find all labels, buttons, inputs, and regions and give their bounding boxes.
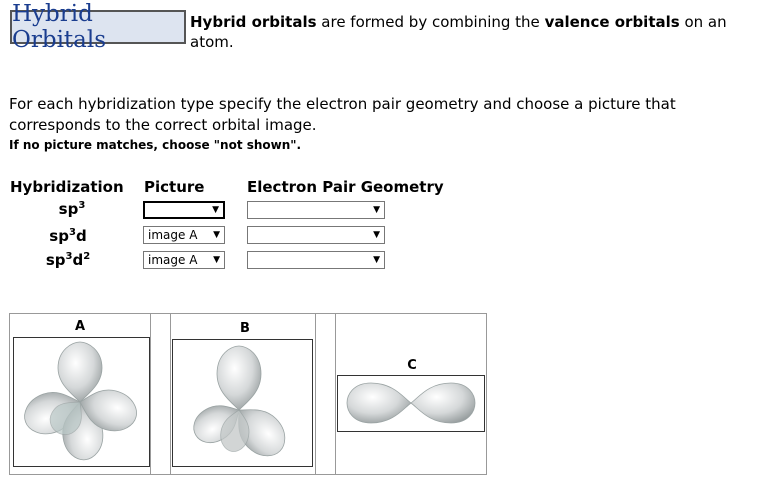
intro-term-valence: valence orbitals (544, 13, 680, 31)
chevron-down-icon: ▼ (373, 230, 380, 240)
picture-select-value: image A (148, 228, 198, 242)
row-label-tail: d (72, 251, 84, 269)
geometry-select-sp3d2[interactable]: ▼ (247, 251, 385, 269)
header-hybridization: Hybridization (10, 178, 124, 196)
chevron-down-icon: ▼ (213, 255, 220, 265)
geometry-select-sp3[interactable]: ▼ (247, 201, 385, 219)
picture-select-sp3[interactable]: ▼ (143, 201, 225, 219)
image-c-label: C (407, 358, 417, 373)
image-b (172, 339, 313, 467)
row-label-sp3d2: sp3d2 (38, 251, 98, 269)
row-label-tail-exp: 2 (83, 251, 91, 262)
image-c (337, 375, 485, 432)
cell-divider (150, 314, 151, 474)
image-a (13, 337, 150, 467)
orbital-image-c (346, 382, 476, 424)
row-label-exp: 3 (78, 200, 86, 211)
row-label-base: sp (49, 227, 69, 245)
cell-divider (335, 314, 336, 474)
picture-select-sp3d2[interactable]: image A ▼ (143, 251, 225, 269)
row-label-tail: d (75, 227, 87, 245)
page-title: Hybrid Orbitals (12, 1, 107, 53)
geometry-select-sp3d[interactable]: ▼ (247, 226, 385, 244)
instruction-note: If no picture matches, choose "not shown… (9, 138, 302, 152)
chevron-down-icon: ▼ (213, 230, 220, 240)
image-a-label: A (74, 319, 86, 334)
image-b-label: B (240, 321, 250, 336)
row-label-base: sp (45, 251, 66, 269)
row-label-exp: 3 (68, 227, 76, 238)
row-label-base: sp (58, 200, 79, 218)
cell-divider (315, 314, 316, 474)
header-picture: Picture (144, 178, 205, 196)
chevron-down-icon: ▼ (373, 205, 380, 215)
page-title-box: Hybrid Orbitals (10, 1, 186, 53)
intro-text-1: are formed by combining the (316, 13, 545, 31)
header-geometry: Electron Pair Geometry (247, 178, 444, 196)
orbital-image-a (24, 341, 137, 461)
row-label-sp3: sp3 (42, 200, 102, 218)
cell-divider (170, 314, 171, 474)
chevron-down-icon: ▼ (373, 255, 380, 265)
picture-select-value: image A (148, 253, 198, 267)
intro-term-hybrid: Hybrid orbitals (190, 13, 317, 31)
row-label-sp3d: sp3d (38, 227, 98, 245)
orbital-image-b (193, 345, 286, 457)
intro-text: Hybrid orbitals are formed by combining … (190, 12, 760, 52)
orbital-pictures-table: A B C (9, 313, 487, 475)
chevron-down-icon: ▼ (212, 205, 219, 215)
instructions: For each hybridization type specify the … (9, 95, 676, 134)
picture-select-sp3d[interactable]: image A ▼ (143, 226, 225, 244)
